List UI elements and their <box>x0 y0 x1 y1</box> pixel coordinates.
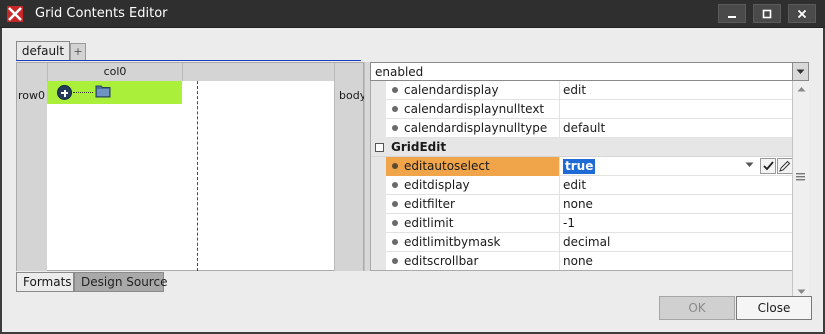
column-divider <box>559 252 560 270</box>
property-selector-dropdown[interactable]: enabled <box>370 62 809 81</box>
tab-underline <box>16 60 361 61</box>
tab-default[interactable]: default <box>16 41 70 61</box>
editor-client-area: default + col0 row0 body enabled calenda… <box>2 28 823 332</box>
pencil-icon <box>779 160 791 172</box>
chevron-down-icon[interactable] <box>792 63 808 80</box>
column-header-col0[interactable]: col0 <box>47 63 182 81</box>
scroll-down-arrow-icon[interactable] <box>797 289 806 295</box>
property-name: editautoselect <box>404 159 490 173</box>
minimize-button[interactable] <box>718 4 746 23</box>
grid-design-area[interactable]: col0 row0 body <box>16 62 367 271</box>
property-value[interactable]: none <box>563 197 593 211</box>
column-divider <box>559 81 560 100</box>
column-divider <box>559 100 560 119</box>
property-row[interactable]: editfilter none <box>371 195 792 214</box>
property-row[interactable]: calendardisplaynulltext <box>371 100 792 119</box>
row-gutter <box>371 214 386 233</box>
bullet-icon <box>392 87 398 93</box>
column-divider <box>559 233 560 252</box>
confirm-check-button[interactable] <box>760 158 776 174</box>
tab-design-source[interactable]: Design Source <box>74 272 167 292</box>
add-tab-button[interactable]: + <box>70 43 86 61</box>
property-selector-value: enabled <box>375 65 424 79</box>
bullet-icon <box>392 106 398 112</box>
bullet-icon <box>392 258 398 264</box>
property-name: editdisplay <box>404 178 470 192</box>
bullet-icon <box>392 182 398 188</box>
window-title: Grid Contents Editor <box>35 6 168 21</box>
edit-pencil-button[interactable] <box>777 158 792 174</box>
grid-corner <box>17 63 47 81</box>
property-scrollbar[interactable] <box>792 81 809 300</box>
property-row[interactable]: editlimit -1 <box>371 214 792 233</box>
ok-button[interactable]: OK <box>659 296 735 320</box>
expand-plus-icon[interactable] <box>57 85 72 100</box>
band-header <box>334 63 363 81</box>
property-name: editscrollbar <box>404 254 479 268</box>
bullet-icon <box>392 163 398 169</box>
property-row[interactable]: editlimitbymask decimal <box>371 233 792 252</box>
bullet-icon <box>392 125 398 131</box>
row-gutter <box>371 252 386 270</box>
column-divider <box>559 119 560 138</box>
scroll-up-arrow-icon[interactable] <box>797 86 806 92</box>
column-divider <box>559 214 560 233</box>
row-gutter <box>371 100 386 119</box>
row-gutter <box>371 176 386 195</box>
scroll-thumb-grip-icon[interactable] <box>796 172 805 181</box>
property-name: editfilter <box>404 197 455 211</box>
property-row[interactable]: editdisplay edit <box>371 176 792 195</box>
property-name: calendardisplaynulltext <box>404 102 545 116</box>
row-header-strip <box>17 81 47 271</box>
property-grid[interactable]: calendardisplay edit calendardisplaynull… <box>370 81 792 271</box>
row-gutter <box>371 233 386 252</box>
column-divider <box>559 157 560 176</box>
row-header-row0[interactable]: row0 <box>18 89 45 102</box>
row-gutter <box>371 81 386 100</box>
property-value[interactable]: edit <box>563 83 586 97</box>
category-gridedit[interactable]: GridEdit <box>371 138 792 157</box>
property-name: editlimit <box>404 216 454 230</box>
property-row-selected[interactable]: editautoselect true <box>371 157 792 176</box>
title-bar[interactable]: Grid Contents Editor <box>0 0 825 28</box>
bullet-icon <box>392 201 398 207</box>
row-gutter <box>371 195 386 214</box>
body-band-label: body <box>339 89 367 102</box>
property-row[interactable]: editscrollbar none <box>371 252 792 270</box>
property-name: calendardisplay <box>404 83 499 97</box>
folder-icon <box>95 85 111 98</box>
property-name: editlimitbymask <box>404 235 501 249</box>
property-value[interactable]: none <box>563 254 593 268</box>
tab-formats[interactable]: Formats <box>16 272 74 292</box>
property-value[interactable]: -1 <box>563 216 575 230</box>
property-value[interactable]: decimal <box>563 235 610 249</box>
tree-connector <box>73 92 93 93</box>
bullet-icon <box>392 220 398 226</box>
property-name: calendardisplaynulltype <box>404 121 548 135</box>
check-icon <box>762 161 774 171</box>
close-button[interactable]: Close <box>736 296 812 320</box>
column-divider <box>559 195 560 214</box>
app-logo-icon <box>7 6 23 22</box>
selected-cell[interactable] <box>47 81 182 104</box>
close-window-button[interactable] <box>788 4 816 23</box>
maximize-button[interactable] <box>753 4 781 23</box>
column-header-empty <box>182 63 334 81</box>
grid-boundary-line <box>197 81 198 271</box>
property-value[interactable]: default <box>563 121 605 135</box>
property-row[interactable]: calendardisplaynulltype default <box>371 119 792 138</box>
row-gutter <box>371 119 386 138</box>
body-band-column <box>334 81 363 271</box>
row-gutter <box>371 157 386 176</box>
chevron-down-icon[interactable] <box>745 162 754 168</box>
category-name: GridEdit <box>391 140 447 154</box>
grid-contents-editor-window: Grid Contents Editor default + col0 row0 <box>0 0 825 334</box>
property-value[interactable]: edit <box>563 178 586 192</box>
property-value-editor[interactable]: true <box>563 159 596 174</box>
property-row[interactable]: calendardisplay edit <box>371 81 792 100</box>
collapse-box-icon[interactable] <box>375 143 384 152</box>
bullet-icon <box>392 239 398 245</box>
column-divider <box>559 176 560 195</box>
